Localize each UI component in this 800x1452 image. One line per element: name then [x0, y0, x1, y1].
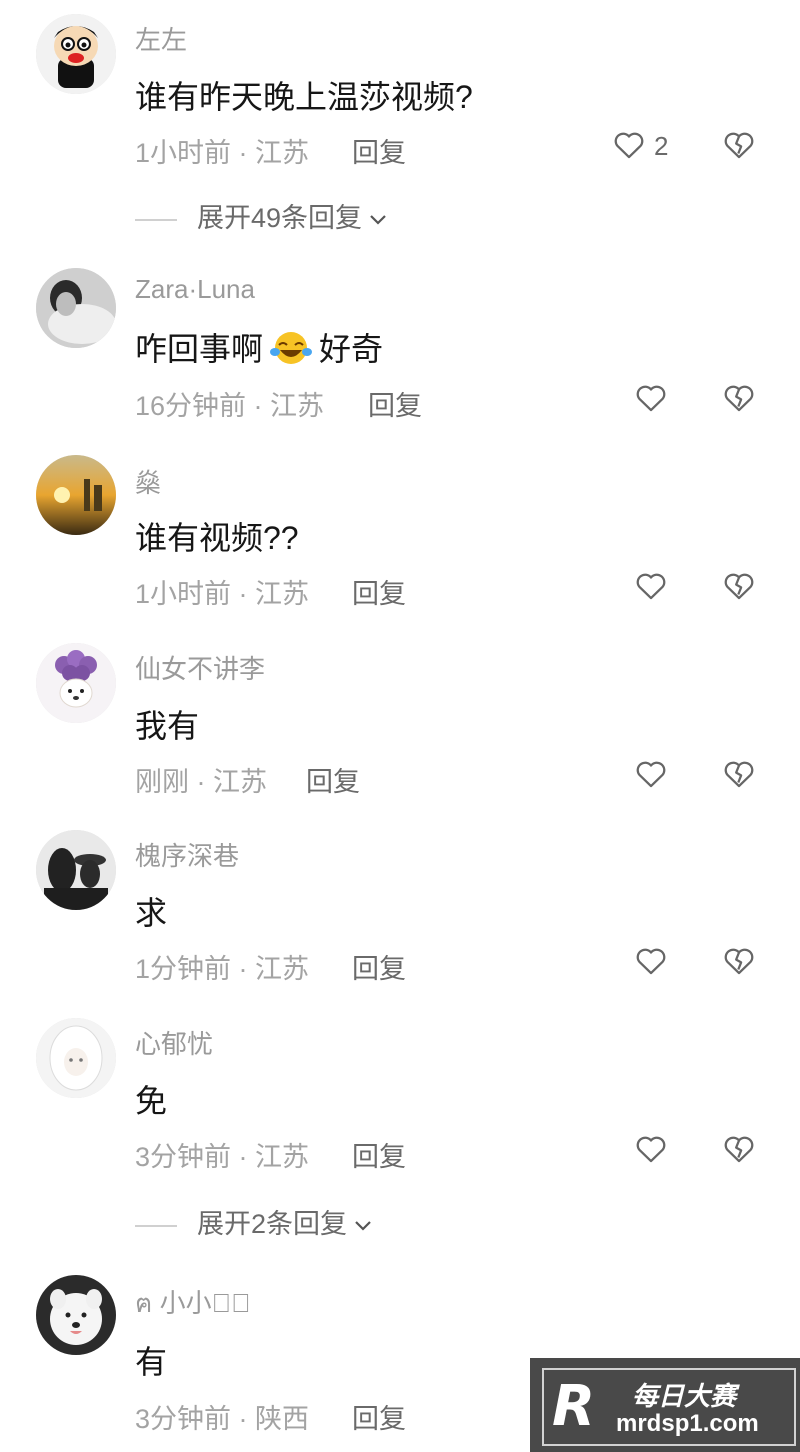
username[interactable]: 槐序深巷	[135, 836, 239, 873]
divider-line	[135, 218, 177, 221]
reply-button[interactable]: 回复	[352, 572, 406, 611]
like-button[interactable]	[634, 569, 668, 603]
heart-outline-icon	[636, 1136, 666, 1163]
dislike-button[interactable]	[722, 569, 756, 603]
username[interactable]: 仙女不讲李	[135, 649, 265, 686]
comment-text: 咋回事啊 好奇	[135, 324, 383, 370]
username[interactable]: Zara·Luna	[135, 274, 255, 305]
comment-text: 有	[135, 1344, 168, 1380]
dislike-button[interactable]	[722, 757, 756, 791]
username[interactable]: 心郁忧	[135, 1024, 213, 1061]
avatar[interactable]	[36, 455, 116, 535]
like-button[interactable]	[634, 944, 668, 978]
heart-outline-icon	[636, 385, 666, 412]
watermark-title: 每日大赛	[632, 1381, 737, 1411]
expand-replies-label: 展开2条回复	[197, 1209, 348, 1239]
username[interactable]: ฅ 小小ง゙	[135, 1283, 251, 1324]
dislike-button[interactable]	[722, 128, 756, 162]
comment-meta: 3分钟前 · 江苏	[135, 1142, 310, 1172]
comment-text: 谁有昨天晚上温莎视频?	[135, 79, 473, 115]
broken-heart-icon	[724, 385, 754, 412]
broken-heart-icon	[724, 1136, 754, 1163]
watermark-url: mrdsp1.com	[616, 1410, 759, 1437]
reply-button[interactable]: 回复	[368, 384, 422, 423]
comment-text: 谁有视频??	[135, 520, 299, 556]
comment-meta: 1小时前 · 江苏	[135, 138, 310, 168]
like-button[interactable]	[634, 381, 668, 415]
chevron-down-icon	[370, 215, 386, 225]
watermark-logo: R	[552, 1374, 596, 1439]
comment-meta: 3分钟前 · 陕西	[135, 1404, 310, 1434]
reply-button[interactable]: 回复	[352, 947, 406, 986]
broken-heart-icon	[724, 948, 754, 975]
expand-replies-button[interactable]: 展开2条回复	[135, 1202, 373, 1241]
dislike-button[interactable]	[722, 944, 756, 978]
username[interactable]: 燊	[135, 463, 161, 500]
broken-heart-icon	[724, 573, 754, 600]
broken-heart-icon	[724, 761, 754, 788]
laughing-tears-emoji	[270, 332, 313, 364]
heart-outline-icon	[636, 948, 666, 975]
like-button[interactable]	[634, 757, 668, 791]
chevron-down-icon	[355, 1221, 371, 1231]
reply-button[interactable]: 回复	[306, 760, 360, 799]
comment-meta: 1分钟前 · 江苏	[135, 954, 310, 984]
username[interactable]: 左左	[135, 20, 187, 57]
heart-outline-icon	[636, 573, 666, 600]
comment-text: 求	[135, 895, 168, 931]
dislike-button[interactable]	[722, 381, 756, 415]
reply-button[interactable]: 回复	[352, 1135, 406, 1174]
reply-button[interactable]: 回复	[352, 1397, 406, 1436]
comment-text: 免	[135, 1083, 168, 1119]
broken-heart-icon	[724, 132, 754, 159]
reply-button[interactable]: 回复	[352, 131, 406, 170]
expand-replies-label: 展开49条回复	[197, 203, 363, 233]
heart-outline-icon	[636, 761, 666, 788]
divider-line	[135, 1224, 177, 1227]
avatar[interactable]	[36, 830, 116, 910]
comment-text-part: 咋回事啊	[135, 331, 264, 367]
dislike-button[interactable]	[722, 1132, 756, 1166]
like-button[interactable]	[634, 1132, 668, 1166]
comment-meta: 刚刚 · 江苏	[135, 767, 267, 797]
expand-replies-button[interactable]: 展开49条回复	[135, 196, 388, 235]
comment-text: 我有	[135, 708, 200, 744]
avatar[interactable]	[36, 643, 116, 723]
comment-text-part: 好奇	[319, 331, 384, 367]
heart-outline-icon	[614, 132, 644, 159]
avatar[interactable]	[36, 268, 116, 348]
comment-meta: 1小时前 · 江苏	[135, 579, 310, 609]
like-count: 2	[654, 131, 669, 161]
watermark-frame: R 每日大赛 mrdsp1.com	[542, 1368, 796, 1446]
avatar[interactable]	[36, 14, 116, 94]
like-button[interactable]	[612, 128, 646, 162]
avatar[interactable]	[36, 1018, 116, 1098]
avatar[interactable]	[36, 1275, 116, 1355]
comment-meta: 16分钟前 · 江苏	[135, 391, 325, 421]
watermark: R 每日大赛 mrdsp1.com	[530, 1358, 800, 1452]
